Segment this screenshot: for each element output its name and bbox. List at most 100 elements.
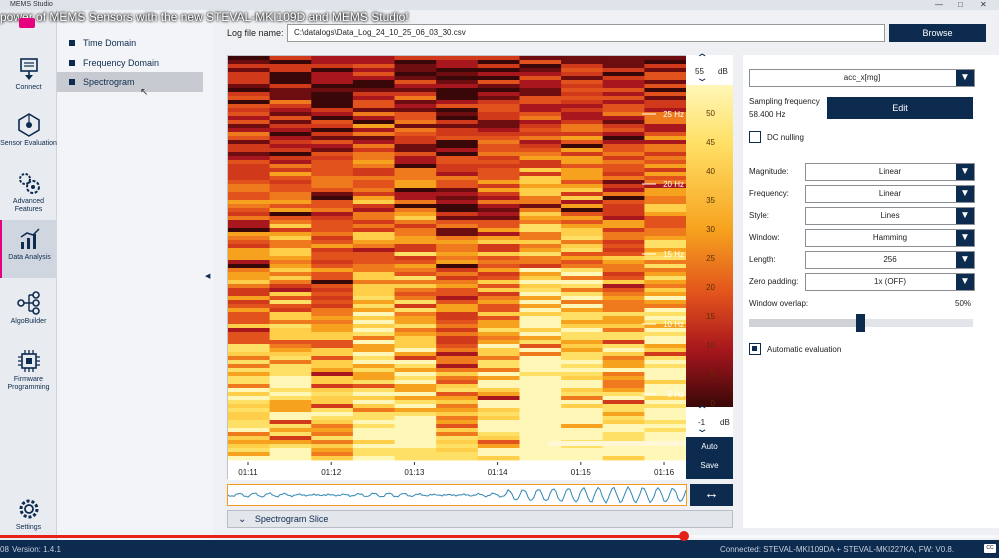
spectrogram-cell	[644, 452, 687, 457]
dropdown-arrow-icon: ▼	[956, 208, 974, 224]
spectrogram-cell	[394, 336, 437, 341]
spectrogram-cell	[519, 408, 562, 413]
spectrogram-cell	[352, 300, 396, 305]
nav-item-sensor-evaluation[interactable]: Sensor Evaluation	[0, 106, 57, 162]
spectrogram-cell	[602, 288, 645, 293]
spectrogram-cell	[311, 220, 354, 225]
channel-select[interactable]: acc_x[mg] ▼	[749, 69, 975, 87]
nav-item-algobuilder[interactable]: AlgoBuilder	[0, 284, 57, 340]
maximize-icon[interactable]: □	[958, 0, 963, 9]
spectrogram-cell	[561, 188, 604, 193]
spectrogram-cell	[311, 140, 354, 145]
spectrogram-cell	[269, 108, 312, 113]
spectrogram-cell	[394, 384, 437, 389]
spectrogram-cell	[228, 416, 271, 421]
closed-captions-icon[interactable]: CC	[984, 544, 996, 553]
spectrogram-cell	[311, 412, 354, 417]
sub-item-spectrogram[interactable]: Spectrogram	[57, 72, 203, 92]
automatic-evaluation-checkbox[interactable]	[749, 343, 761, 355]
nav-item-firmware-programming[interactable]: Firmware Programming	[0, 342, 57, 398]
spectrogram-cell	[561, 252, 604, 257]
chevron-down-icon: ⌄	[238, 514, 247, 525]
spectrogram-cell	[561, 292, 604, 297]
spectrogram-cell	[269, 456, 312, 461]
spectrogram-cell	[561, 116, 604, 121]
spectrogram-cell	[519, 360, 562, 365]
spectrogram-cell	[394, 228, 437, 233]
close-icon[interactable]: ✕	[980, 0, 987, 9]
minimize-icon[interactable]: —	[935, 0, 943, 9]
spectrogram-slice-bar[interactable]: ⌄ Spectrogram Slice	[227, 510, 733, 528]
spectrogram-band	[548, 441, 686, 446]
overview-waveform[interactable]	[227, 484, 687, 506]
spectrogram-cell	[269, 96, 312, 101]
dc-nulling-checkbox[interactable]	[749, 131, 761, 143]
app-window: MEMS Studio — □ ✕ power of MEMS Sensors …	[0, 0, 999, 558]
spectrogram-cell	[352, 236, 396, 241]
spectrogram-cell	[477, 112, 520, 117]
spectrogram-cell	[311, 84, 354, 89]
spectrogram-chart[interactable]: 01:11 01:12 01:13 01:14 01:15 01:16 25 Hz 20 Hz…	[227, 55, 734, 480]
spectrogram-svg[interactable]: 01:11 01:12 01:13 01:14 01:15 01:16 25 Hz 20 Hz…	[228, 56, 734, 480]
video-progress-bar[interactable]	[0, 531, 999, 541]
spectrogram-cell	[602, 372, 645, 377]
spectrogram-cell	[228, 456, 271, 461]
spectrogram-cell	[269, 84, 312, 89]
spectrogram-cell	[477, 192, 520, 197]
spectrogram-cell	[519, 132, 562, 137]
field-select[interactable]: 256 ▼	[805, 251, 975, 269]
chevron-down-icon[interactable]: ⌄	[695, 424, 708, 435]
connection-status: Connected: STEVAL-MKI109DA + STEVAL-MKI2…	[720, 545, 955, 554]
chevron-up-icon[interactable]: ⌃	[695, 405, 708, 416]
spectrogram-cell	[228, 168, 271, 173]
slider-handle[interactable]	[856, 314, 865, 332]
spectrogram-cell	[519, 204, 562, 209]
nav-label-firmware-programming: Firmware Programming	[7, 376, 50, 391]
spectrogram-cell	[436, 356, 479, 361]
spectrogram-cell	[436, 400, 479, 405]
sub-item-time-domain[interactable]: Time Domain	[57, 33, 203, 53]
chevron-up-icon[interactable]: ⌃	[695, 53, 708, 64]
spectrogram-cell	[436, 316, 479, 321]
nav-item-connect[interactable]: Connect	[0, 50, 57, 106]
spectrogram-cell	[477, 132, 520, 137]
spectrogram-cell	[477, 332, 520, 337]
spectrogram-cell	[311, 420, 354, 425]
spectrogram-cell	[311, 388, 354, 393]
field-select[interactable]: 1x (OFF) ▼	[805, 273, 975, 291]
spectrogram-cell	[394, 420, 437, 425]
spectrogram-cell	[269, 440, 312, 445]
chevron-down-icon[interactable]: ⌄	[695, 73, 708, 84]
spectrogram-cell	[602, 336, 645, 341]
spectrogram-cell	[436, 220, 479, 225]
field-select[interactable]: Linear ▼	[805, 163, 975, 181]
expand-range-button[interactable]: ↔	[690, 484, 733, 506]
sub-item-frequency-domain[interactable]: Frequency Domain	[57, 53, 203, 73]
auto-button[interactable]: Auto	[686, 442, 733, 451]
edit-button[interactable]: Edit	[827, 97, 973, 119]
nav-item-advanced-features[interactable]: Advanced Features	[0, 164, 57, 220]
spectrogram-cell	[436, 284, 479, 289]
spectrogram-cell	[311, 424, 354, 429]
dropdown-arrow-icon: ▼	[956, 230, 974, 246]
spectrogram-cell	[311, 64, 354, 69]
spectrogram-cell	[352, 228, 396, 233]
spectrogram-cell	[228, 200, 271, 205]
spectrogram-cell	[394, 128, 437, 133]
browse-button[interactable]: Browse	[889, 24, 986, 42]
spectrogram-cell	[602, 92, 645, 97]
spectrogram-cell	[228, 120, 271, 125]
nav-item-data-analysis[interactable]: Data Analysis	[0, 220, 57, 278]
main-area: Log file name: C:\datalogs\Data_Log_24_1…	[215, 10, 999, 540]
field-select[interactable]: Hamming ▼	[805, 229, 975, 247]
collapse-panel-icon[interactable]: ◀	[205, 272, 210, 280]
field-select[interactable]: Linear ▼	[805, 185, 975, 203]
spectrogram-cell	[311, 192, 354, 197]
dc-nulling-label: DC nulling	[767, 133, 804, 142]
spectrogram-cell	[561, 96, 604, 101]
spectrogram-cell	[436, 328, 479, 333]
save-button[interactable]: Save	[686, 461, 733, 470]
spectrogram-cell	[228, 92, 271, 97]
field-select[interactable]: Lines ▼	[805, 207, 975, 225]
logfile-input[interactable]: C:\datalogs\Data_Log_24_10_25_06_03_30.c…	[287, 24, 885, 42]
